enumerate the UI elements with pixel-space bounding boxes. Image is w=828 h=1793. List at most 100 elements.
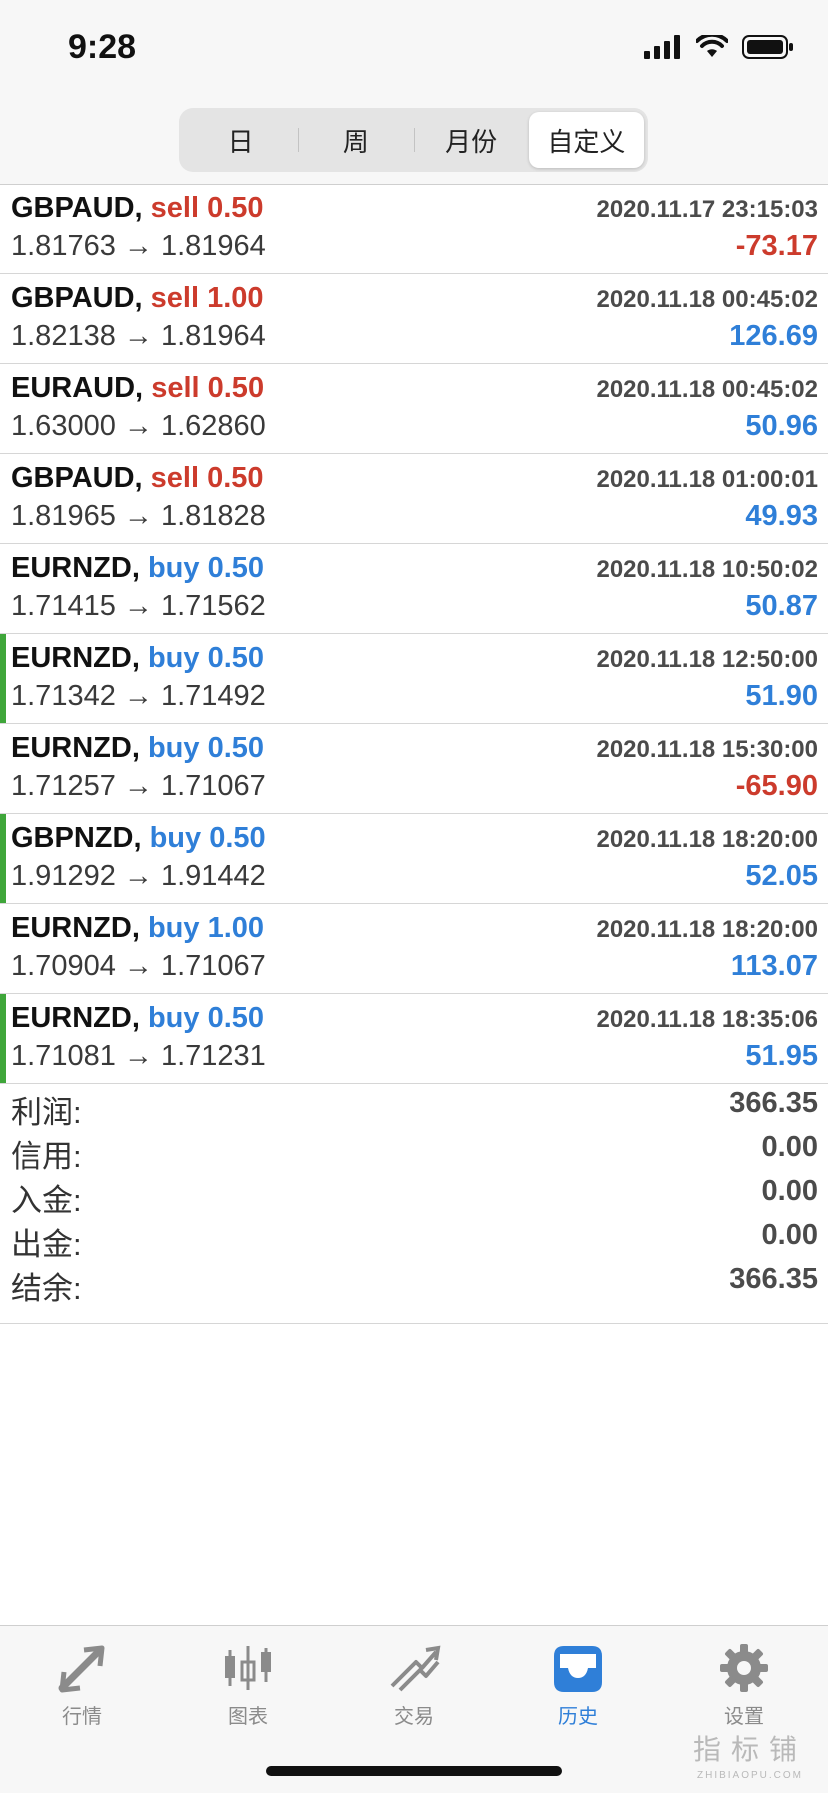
trade-datetime: 2020.11.18 18:20:00 xyxy=(596,826,818,853)
tab-label: 历史 xyxy=(558,1706,598,1728)
trade-profit: -73.17 xyxy=(735,230,818,262)
trade-row[interactable]: EURNZD, buy 1.00 2020.11.18 18:20:00 1.7… xyxy=(0,904,828,994)
trade-open-price: 1.71342 xyxy=(11,680,116,712)
trade-side: buy xyxy=(149,822,202,854)
tab-label: 图表 xyxy=(228,1706,268,1728)
trade-arrow: → xyxy=(123,770,153,802)
trade-side: sell xyxy=(151,372,200,404)
trade-marker xyxy=(0,814,6,903)
trade-open-price: 1.71081 xyxy=(11,1040,116,1072)
gear-icon xyxy=(720,1644,768,1692)
trade-volume: 0.50 xyxy=(207,462,264,494)
tab-history[interactable]: 历史 xyxy=(518,1642,638,1742)
trade-volume: 0.50 xyxy=(209,822,266,854)
trade-profit: 51.95 xyxy=(745,1040,818,1072)
trade-row[interactable]: EURNZD, buy 0.50 2020.11.18 18:35:06 1.7… xyxy=(0,994,828,1084)
trade-side: buy xyxy=(147,642,200,674)
trade-row[interactable]: EURNZD, buy 0.50 2020.11.18 10:50:02 1.7… xyxy=(0,544,828,634)
trade-symbol: EURNZD, xyxy=(11,552,140,584)
period-tab-month[interactable]: 月份 xyxy=(413,112,529,168)
trade-profit: 113.07 xyxy=(730,950,818,982)
watermark-text-cn: 指标铺 xyxy=(692,1733,807,1766)
trade-row[interactable]: EURAUD, sell 0.50 2020.11.18 00:45:02 1.… xyxy=(0,364,828,454)
trade-close-price: 1.71067 xyxy=(160,950,266,982)
summary-label: 出金: xyxy=(11,1227,82,1262)
trade-symbol: EURNZD, xyxy=(11,1002,140,1034)
trade-prices: 1.71257 → 1.71067 xyxy=(11,770,266,803)
quotes-icon xyxy=(58,1645,105,1693)
trade-close-price: 1.81828 xyxy=(160,500,266,532)
summary-row-withdrawal: 出金: 0.00 xyxy=(0,1215,828,1262)
trade-close-price: 1.91442 xyxy=(160,860,266,892)
watermark-text-en: ZHIBIAOPU.COM xyxy=(696,1770,803,1781)
tab-settings[interactable]: 设置 xyxy=(684,1642,804,1742)
trade-side: buy xyxy=(147,912,200,944)
trade-symbol: GBPAUD, xyxy=(11,462,143,494)
trade-marker xyxy=(0,634,6,723)
trade-profit: 50.87 xyxy=(745,590,818,622)
trade-history-list: GBPAUD, sell 0.50 2020.11.17 23:15:03 1.… xyxy=(0,184,828,1084)
trade-close-price: 1.71231 xyxy=(160,1040,266,1072)
summary-value: 366.35 xyxy=(729,1087,818,1119)
period-segmented-control: 日 周 月份 自定义 xyxy=(179,108,648,172)
summary-label: 入金: xyxy=(11,1183,82,1218)
trade-profit: -65.90 xyxy=(735,770,818,802)
tab-label: 设置 xyxy=(724,1706,764,1728)
trade-title: EURNZD, buy 0.50 xyxy=(11,732,264,765)
tab-quotes[interactable]: 行情 xyxy=(22,1642,142,1742)
summary-value: 0.00 xyxy=(761,1219,818,1251)
trade-side: sell xyxy=(150,462,200,494)
trade-volume: 1.00 xyxy=(207,912,265,944)
trade-datetime: 2020.11.18 10:50:02 xyxy=(596,556,818,583)
trade-open-price: 1.82138 xyxy=(11,320,116,352)
trade-row[interactable]: EURNZD, buy 0.50 2020.11.18 12:50:00 1.7… xyxy=(0,634,828,724)
trade-title: EURNZD, buy 0.50 xyxy=(11,552,264,585)
trade-datetime: 2020.11.18 18:35:06 xyxy=(596,1006,818,1033)
period-tab-day[interactable]: 日 xyxy=(183,112,298,168)
trade-arrow: → xyxy=(123,320,153,352)
trade-row[interactable]: GBPAUD, sell 1.00 2020.11.18 00:45:02 1.… xyxy=(0,274,828,364)
trade-volume: 0.50 xyxy=(207,732,265,764)
trade-profit: 126.69 xyxy=(729,320,818,352)
trade-row[interactable]: GBPAUD, sell 0.50 2020.11.18 01:00:01 1.… xyxy=(0,454,828,544)
tab-trade[interactable]: 交易 xyxy=(354,1642,474,1742)
trade-volume: 0.50 xyxy=(207,372,265,404)
period-tab-custom[interactable]: 自定义 xyxy=(528,112,644,168)
trade-prices: 1.91292 → 1.91442 xyxy=(11,860,266,893)
summary-label: 信用: xyxy=(11,1139,82,1174)
trade-close-price: 1.81964 xyxy=(160,320,266,352)
trade-datetime: 2020.11.18 00:45:02 xyxy=(596,376,818,403)
trade-close-price: 1.71067 xyxy=(160,770,266,802)
trade-title: EURNZD, buy 1.00 xyxy=(11,912,264,945)
trade-side: sell xyxy=(150,192,200,224)
period-tab-week[interactable]: 周 xyxy=(298,112,413,168)
trade-volume: 1.00 xyxy=(207,282,264,314)
trade-title: EURNZD, buy 0.50 xyxy=(11,1002,264,1035)
trade-side: buy xyxy=(147,1002,200,1034)
trade-symbol: EURNZD, xyxy=(11,642,140,674)
trade-symbol: GBPAUD, xyxy=(11,282,143,314)
trade-profit: 51.90 xyxy=(745,680,818,712)
trade-title: EURNZD, buy 0.50 xyxy=(11,642,264,675)
trade-prices: 1.71081 → 1.71231 xyxy=(11,1040,266,1073)
watermark-logo: 指标铺 ZHIBIAOPU.COM xyxy=(680,1728,820,1781)
trade-symbol: GBPNZD, xyxy=(11,822,142,854)
trade-row[interactable]: GBPAUD, sell 0.50 2020.11.17 23:15:03 1.… xyxy=(0,184,828,274)
trade-volume: 0.50 xyxy=(207,1002,265,1034)
trade-row[interactable]: GBPNZD, buy 0.50 2020.11.18 18:20:00 1.9… xyxy=(0,814,828,904)
trade-arrow: → xyxy=(123,950,153,982)
trade-close-price: 1.81964 xyxy=(160,230,266,262)
trade-prices: 1.71415 → 1.71562 xyxy=(11,590,266,623)
trade-row[interactable]: EURNZD, buy 0.50 2020.11.18 15:30:00 1.7… xyxy=(0,724,828,814)
trade-datetime: 2020.11.18 15:30:00 xyxy=(596,736,818,763)
trade-volume: 0.50 xyxy=(207,192,264,224)
summary-row-balance: 结余: 366.35 xyxy=(0,1259,828,1306)
trade-arrow: → xyxy=(123,230,153,262)
trade-title: EURAUD, sell 0.50 xyxy=(11,372,264,405)
summary-label: 结余: xyxy=(11,1271,82,1306)
trade-title: GBPAUD, sell 0.50 xyxy=(11,462,264,495)
trade-arrow: → xyxy=(123,410,153,442)
chart-candles-icon xyxy=(225,1646,271,1690)
tab-charts[interactable]: 图表 xyxy=(188,1642,308,1742)
trade-prices: 1.81965 → 1.81828 xyxy=(11,500,266,533)
